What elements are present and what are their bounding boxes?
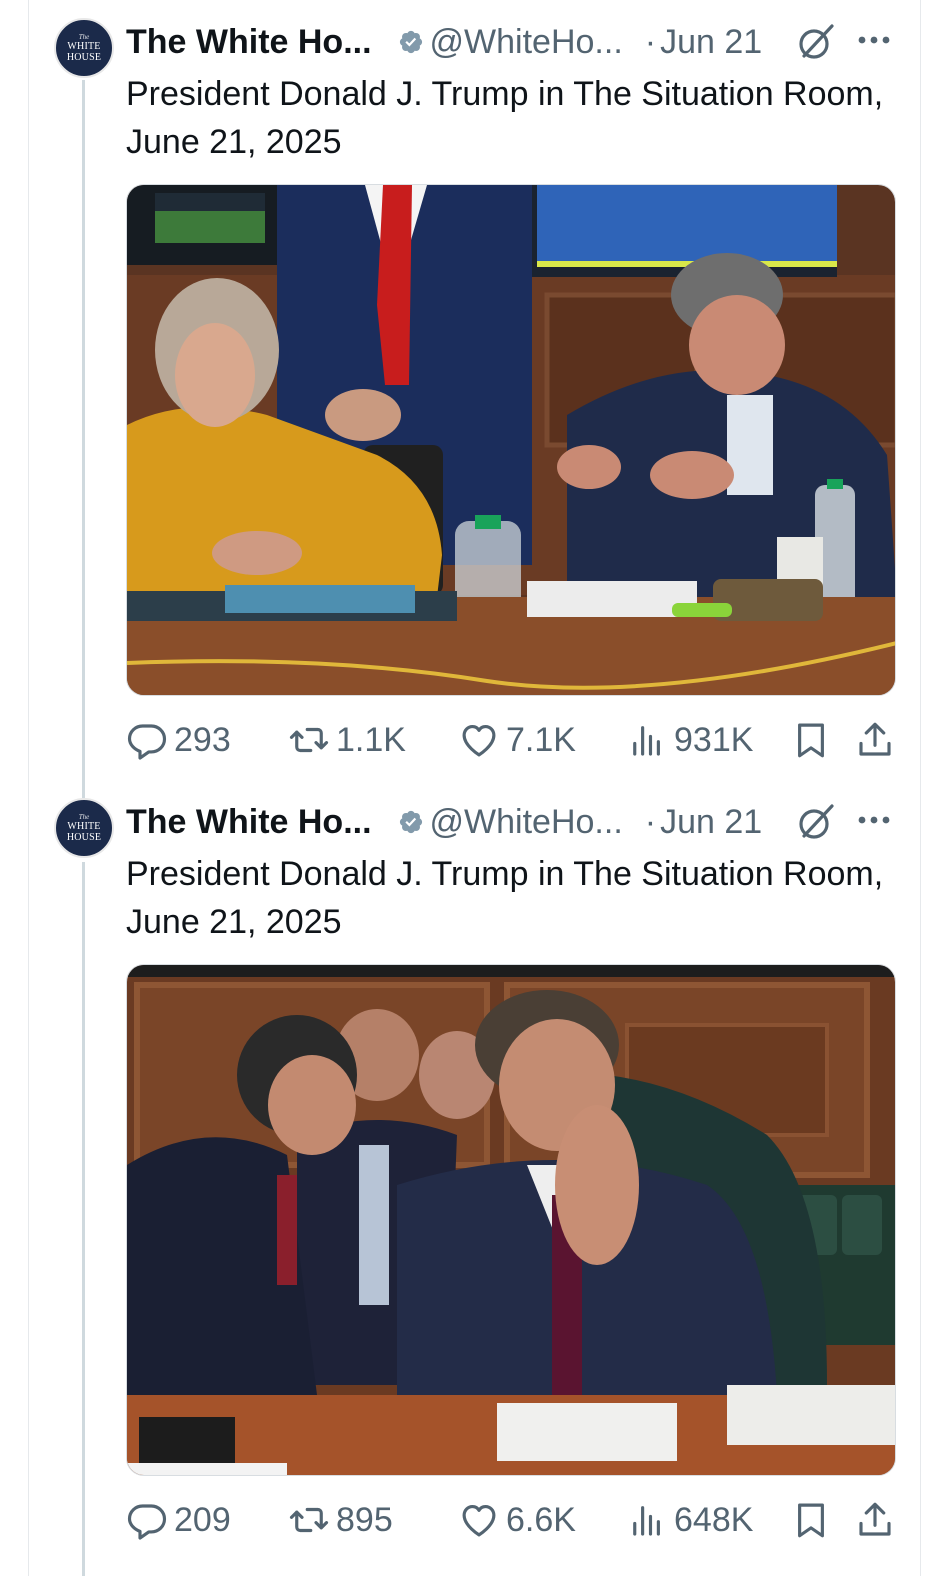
share-button[interactable] [854,710,896,770]
account-handle[interactable]: @WhiteHo... [430,23,623,62]
heart-icon [462,724,496,757]
tweet-header: The White Ho... @WhiteHo... · Jun 21 [126,20,762,64]
reply-button[interactable]: 293 [126,710,231,770]
tweet[interactable]: The WHITE HOUSE The White Ho... @WhiteHo… [0,780,944,1560]
grok-icon[interactable] [796,802,836,842]
tweet-date[interactable]: Jun 21 [660,803,762,842]
views-button[interactable]: 648K [626,1490,753,1550]
grok-icon[interactable] [796,22,836,62]
reply-icon [127,1504,167,1540]
retweet-icon [289,1507,329,1533]
views-button[interactable]: 931K [626,710,753,770]
separator-dot: · [644,802,657,841]
tweet-text: President Donald J. Trump in The Situati… [126,855,884,941]
bookmark-button[interactable] [790,1490,832,1550]
tweet-header: The White Ho... @WhiteHo... · Jun 21 [126,800,762,844]
avatar-text-small: The [78,813,90,821]
verified-badge-icon[interactable] [398,809,424,835]
views-count: 648K [674,1500,754,1539]
retweet-button[interactable]: 1.1K [288,710,406,770]
reply-button[interactable]: 209 [126,1490,231,1550]
retweet-count: 1.1K [336,720,406,759]
account-handle[interactable]: @WhiteHo... [430,803,623,842]
tweet-photo[interactable] [126,964,896,1476]
retweet-icon [289,727,329,753]
tweet[interactable]: The WHITE HOUSE The White Ho... @WhiteHo… [0,0,944,780]
tweet-actions: 209 895 6.6K 648K [126,1490,896,1550]
bookmark-icon [798,1503,824,1538]
tweet-text: President Donald J. Trump in The Situati… [126,75,884,161]
bookmark-icon [798,723,824,758]
views-chart-icon [633,726,660,756]
tweet-actions: 293 1.1K 7.1K 931K [126,710,896,770]
situation-room-photo-1 [127,185,895,695]
verified-badge-icon[interactable] [398,29,424,55]
like-button[interactable]: 7.1K [458,710,576,770]
avatar-text-small: The [78,33,90,41]
like-button[interactable]: 6.6K [458,1490,576,1550]
avatar[interactable]: The WHITE HOUSE [54,798,114,858]
reply-count: 209 [174,1500,231,1539]
account-name[interactable]: The White Ho... [126,803,372,842]
more-options-icon[interactable] [854,20,894,60]
separator-dot: · [644,22,657,61]
bookmark-button[interactable] [790,710,832,770]
avatar-text: WHITE HOUSE [66,821,102,843]
views-count: 931K [674,720,754,759]
like-count: 7.1K [506,720,576,759]
views-chart-icon [633,1506,660,1536]
retweet-button[interactable]: 895 [288,1490,393,1550]
share-button[interactable] [854,1490,896,1550]
more-options-icon[interactable] [854,800,894,840]
reply-count: 293 [174,720,231,759]
reply-icon [127,724,167,760]
account-name[interactable]: The White Ho... [126,23,372,62]
like-count: 6.6K [506,1500,576,1539]
thread-page: The WHITE HOUSE The White Ho... @WhiteHo… [0,0,944,1576]
avatar-text: WHITE HOUSE [66,41,102,63]
tweet-photo[interactable] [126,184,896,696]
situation-room-photo-2 [127,965,895,1475]
avatar[interactable]: The WHITE HOUSE [54,18,114,78]
retweet-count: 895 [336,1500,393,1539]
heart-icon [462,1504,496,1537]
share-icon [859,1502,891,1536]
tweet-date[interactable]: Jun 21 [660,23,762,62]
share-icon [859,722,891,756]
